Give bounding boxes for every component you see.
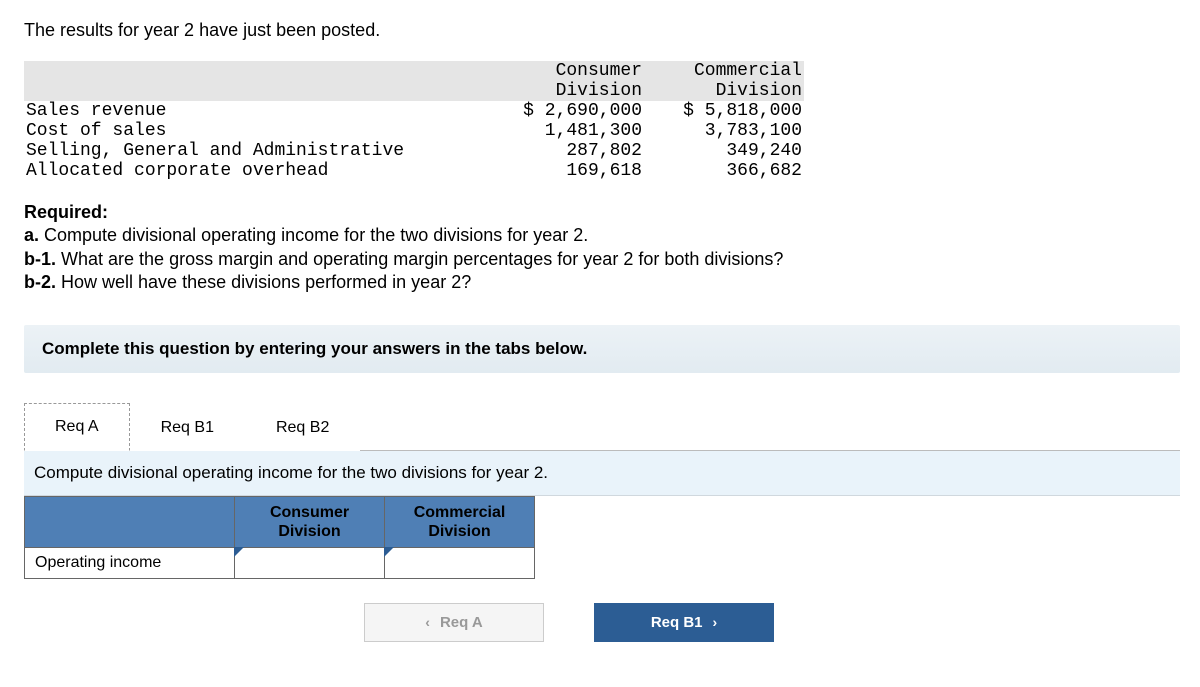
next-label: Req B1: [651, 614, 703, 631]
req-a-text: Compute divisional operating income for …: [39, 225, 588, 245]
header-commercial: CommercialDivision: [644, 61, 804, 101]
row-sales-consumer: $ 2,690,000: [484, 101, 644, 121]
operating-income-consumer-input[interactable]: [235, 547, 385, 578]
input-corner-icon: [384, 547, 394, 557]
instruction-bar: Complete this question by entering your …: [24, 325, 1180, 373]
answer-col-consumer: Consumer Division: [235, 496, 385, 547]
row-sga-consumer: 287,802: [484, 141, 644, 161]
intro-text: The results for year 2 have just been po…: [24, 20, 1180, 41]
row-sales-commercial: $ 5,818,000: [644, 101, 804, 121]
tabs-container: Req A Req B1 Req B2: [24, 403, 1180, 451]
header-blank: [24, 61, 484, 101]
answer-corner: [25, 496, 235, 547]
required-block: Required: a. Compute divisional operatin…: [24, 201, 1180, 295]
req-b2-prefix: b-2.: [24, 272, 56, 292]
input-corner-icon: [234, 547, 244, 557]
row-overhead-commercial: 366,682: [644, 161, 804, 181]
nav-buttons: ‹ Req A Req B1 ›: [364, 603, 1180, 642]
prev-label: Req A: [440, 614, 483, 631]
financial-data-table: ConsumerDivision CommercialDivision Sale…: [24, 61, 804, 181]
row-overhead-consumer: 169,618: [484, 161, 644, 181]
chevron-left-icon: ‹: [425, 614, 430, 630]
row-cos-commercial: 3,783,100: [644, 121, 804, 141]
tab-req-b1[interactable]: Req B1: [130, 404, 245, 451]
answer-col-commercial: Commercial Division: [385, 496, 535, 547]
row-overhead-label: Allocated corporate overhead: [24, 161, 484, 181]
req-b1-text: What are the gross margin and operating …: [56, 249, 783, 269]
row-sga-commercial: 349,240: [644, 141, 804, 161]
tab-req-a[interactable]: Req A: [24, 403, 130, 451]
answer-row-label: Operating income: [25, 547, 235, 578]
prev-button[interactable]: ‹ Req A: [364, 603, 544, 642]
chevron-right-icon: ›: [713, 614, 718, 630]
req-b2-text: How well have these divisions performed …: [56, 272, 471, 292]
row-cos-label: Cost of sales: [24, 121, 484, 141]
tab-content-heading: Compute divisional operating income for …: [24, 451, 1180, 496]
req-a-prefix: a.: [24, 225, 39, 245]
answer-table: Consumer Division Commercial Division Op…: [24, 496, 535, 579]
tab-req-b2[interactable]: Req B2: [245, 404, 360, 451]
required-title: Required:: [24, 202, 108, 222]
operating-income-commercial-input[interactable]: [385, 547, 535, 578]
row-sales-label: Sales revenue: [24, 101, 484, 121]
req-b1-prefix: b-1.: [24, 249, 56, 269]
next-button[interactable]: Req B1 ›: [594, 603, 774, 642]
header-consumer: ConsumerDivision: [484, 61, 644, 101]
row-cos-consumer: 1,481,300: [484, 121, 644, 141]
row-sga-label: Selling, General and Administrative: [24, 141, 484, 161]
